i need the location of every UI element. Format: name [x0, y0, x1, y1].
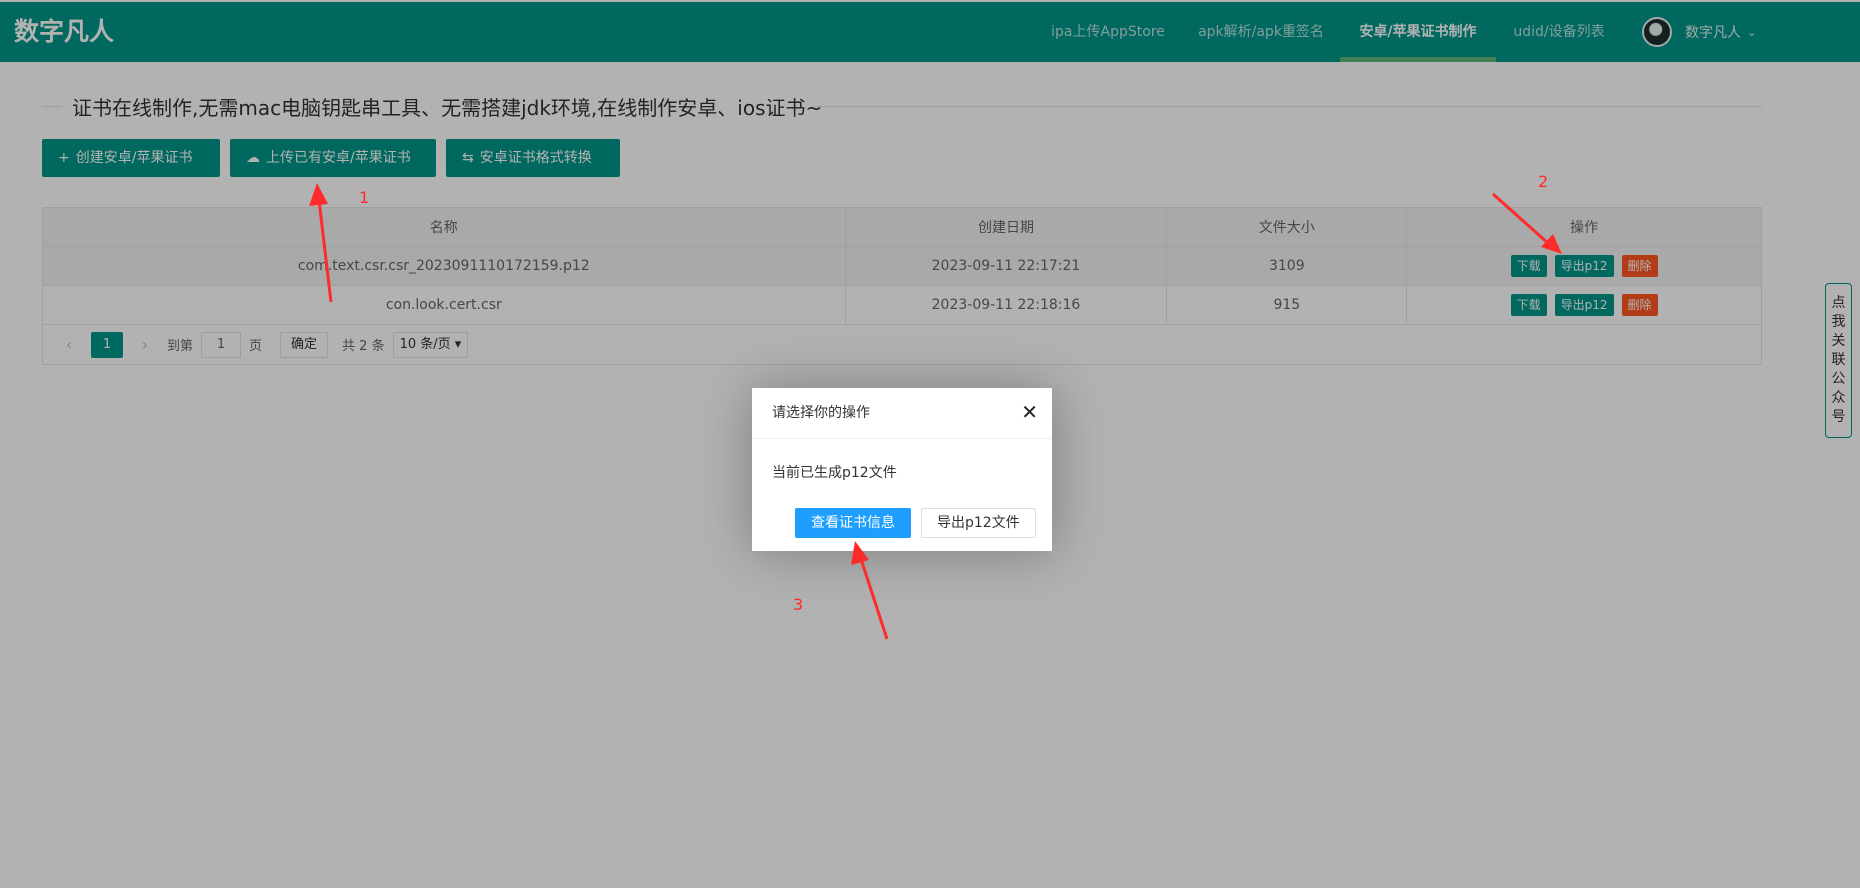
dialog-title: 请选择你的操作 [752, 388, 1052, 439]
annotation-number-3: 3 [793, 595, 804, 614]
close-icon[interactable]: ✕ [1021, 400, 1038, 424]
export-p12-file-button[interactable]: 导出p12文件 [921, 508, 1036, 538]
action-dialog: 请选择你的操作 ✕ 当前已生成p12文件 查看证书信息 导出p12文件 [752, 388, 1052, 551]
view-cert-info-button[interactable]: 查看证书信息 [795, 508, 911, 538]
annotation-number-2: 2 [1538, 172, 1549, 191]
annotation-number-1: 1 [359, 188, 370, 207]
dialog-message: 当前已生成p12文件 [772, 465, 897, 481]
